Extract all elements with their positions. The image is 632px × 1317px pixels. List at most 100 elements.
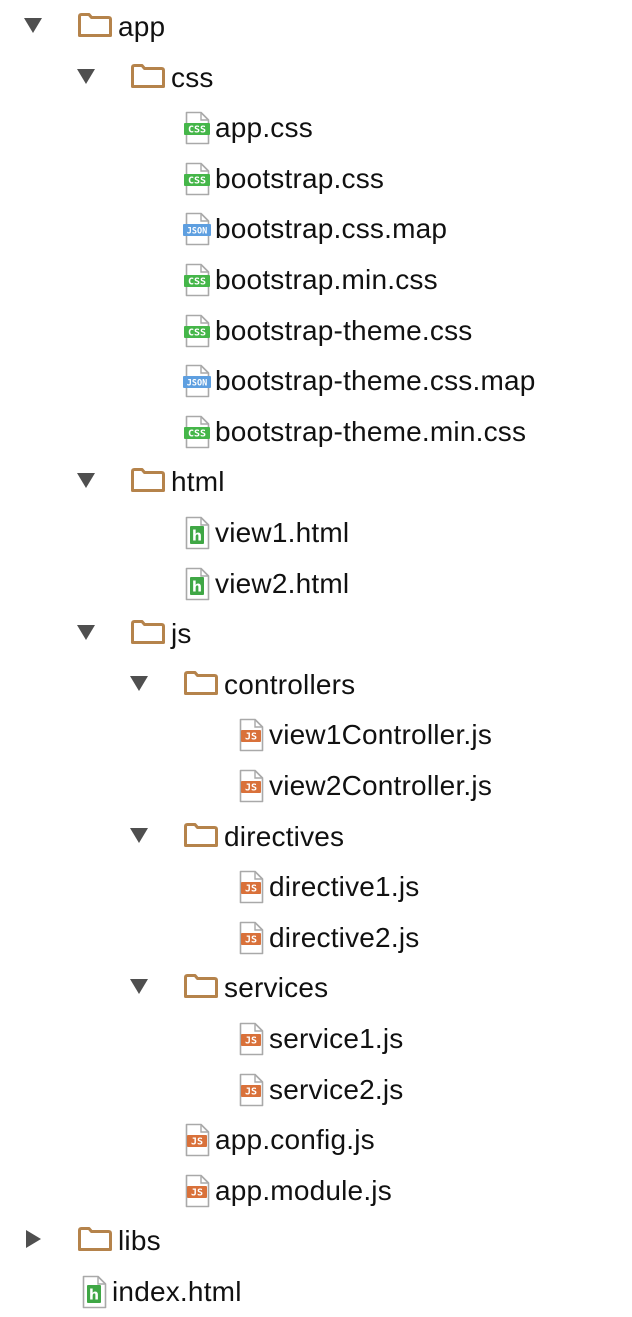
folder-icon [131, 63, 165, 88]
tree-item-label: bootstrap.css [215, 162, 385, 194]
html-file-icon: h [183, 516, 211, 550]
tree-file-app-config-js[interactable]: JS app.config.js [0, 1115, 632, 1165]
svg-text:CSS: CSS [188, 125, 206, 136]
tree-item-label: html [171, 466, 225, 498]
js-file-icon: JS [237, 921, 265, 955]
tree-file-bootstrap-theme-css-map[interactable]: JSON bootstrap-theme.css.map [0, 356, 632, 406]
tree-folder-controllers[interactable]: controllers [0, 660, 632, 710]
svg-text:JS: JS [191, 1187, 203, 1198]
disclosure-expanded-icon[interactable] [24, 18, 42, 33]
disclosure-collapsed-icon[interactable] [26, 1230, 41, 1249]
tree-folder-services[interactable]: services [0, 963, 632, 1013]
js-file-icon: JS [237, 718, 265, 752]
folder-icon [131, 468, 165, 493]
svg-text:JS: JS [191, 1137, 203, 1148]
json-file-icon: JSON [183, 212, 211, 246]
tree-item-label: service1.js [269, 1023, 404, 1054]
disclosure-expanded-icon[interactable] [130, 979, 148, 995]
js-file-icon: JS [237, 1073, 265, 1107]
tree-item-label: bootstrap.min.css [215, 264, 438, 295]
disclosure-expanded-icon[interactable] [130, 827, 148, 843]
tree-file-app-module-js[interactable]: JS app.module.js [0, 1166, 632, 1216]
json-file-icon: JSON [183, 364, 211, 398]
tree-item-label: js [171, 618, 192, 650]
tree-file-directive1-js[interactable]: JS directive1.js [0, 862, 632, 912]
tree-item-label: view2Controller.js [269, 770, 493, 801]
tree-file-service2-js[interactable]: JS service2.js [0, 1065, 632, 1115]
js-file-icon: JS [237, 1022, 265, 1056]
svg-text:JS: JS [245, 732, 257, 743]
disclosure-expanded-icon[interactable] [77, 68, 95, 84]
tree-file-bootstrap-css-map[interactable]: JSON bootstrap.css.map [0, 204, 632, 254]
svg-text:CSS: CSS [188, 428, 206, 439]
tree-folder-js[interactable]: js [0, 609, 632, 659]
tree-file-bootstrap-theme-css[interactable]: CSS bootstrap-theme.css [0, 306, 632, 356]
tree-file-view1controller-js[interactable]: JS view1Controller.js [0, 710, 632, 760]
tree-folder-css[interactable]: css [0, 53, 632, 103]
css-file-icon: CSS [183, 111, 211, 145]
svg-text:CSS: CSS [188, 175, 206, 186]
disclosure-expanded-icon[interactable] [130, 675, 148, 691]
svg-text:JS: JS [245, 884, 257, 895]
html-file-icon: h [183, 567, 211, 601]
tree-file-bootstrap-css[interactable]: CSS bootstrap.css [0, 154, 632, 204]
tree-folder-app[interactable]: app [0, 2, 632, 52]
tree-item-label: css [171, 61, 214, 93]
tree-item-label: directive1.js [269, 871, 420, 903]
svg-text:h: h [192, 529, 202, 545]
tree-file-view2-html[interactable]: h view2.html [0, 559, 632, 609]
tree-file-bootstrap-theme-min-css[interactable]: CSS bootstrap-theme.min.css [0, 407, 632, 457]
svg-text:CSS: CSS [188, 277, 206, 288]
js-file-icon: JS [183, 1123, 211, 1157]
tree-file-app-css[interactable]: CSS app.css [0, 103, 632, 153]
tree-item-label: service2.js [269, 1073, 404, 1105]
tree-file-bootstrap-min-css[interactable]: CSS bootstrap.min.css [0, 255, 632, 305]
tree-file-service1-js[interactable]: JS service1.js [0, 1014, 632, 1064]
disclosure-expanded-icon[interactable] [77, 625, 95, 641]
svg-text:CSS: CSS [188, 327, 206, 338]
tree-item-label: index.html [112, 1276, 242, 1307]
tree-file-view1-html[interactable]: h view1.html [0, 508, 632, 558]
folder-icon [131, 620, 165, 645]
svg-text:JS: JS [245, 783, 257, 794]
js-file-icon: JS [237, 769, 265, 803]
folder-icon [184, 822, 218, 847]
folder-icon [78, 1227, 112, 1252]
tree-folder-html[interactable]: html [0, 457, 632, 507]
tree-item-label: view2.html [215, 567, 350, 599]
tree-file-index-html[interactable]: h index.html [0, 1267, 632, 1317]
svg-text:h: h [89, 1288, 99, 1304]
tree-item-label: bootstrap-theme.css.map [215, 365, 536, 397]
tree-item-label: controllers [224, 668, 356, 700]
tree-file-directive2-js[interactable]: JS directive2.js [0, 913, 632, 963]
tree-item-label: app [118, 11, 166, 42]
tree-item-label: services [224, 972, 329, 1004]
tree-item-label: libs [118, 1225, 161, 1257]
svg-text:JS: JS [245, 934, 257, 945]
css-file-icon: CSS [183, 314, 211, 348]
html-file-icon: h [80, 1275, 108, 1309]
css-file-icon: CSS [183, 263, 211, 297]
tree-item-label: bootstrap-theme.css [215, 314, 473, 346]
tree-item-label: app.config.js [215, 1124, 375, 1156]
svg-text:JSON: JSON [187, 379, 207, 389]
tree-item-label: bootstrap.css.map [215, 213, 448, 245]
tree-folder-libs[interactable]: libs [0, 1216, 632, 1266]
js-file-icon: JS [183, 1174, 211, 1208]
folder-icon [184, 670, 218, 695]
css-file-icon: CSS [183, 162, 211, 196]
tree-item-label: directive2.js [269, 921, 420, 953]
tree-file-view2controller-js[interactable]: JS view2Controller.js [0, 761, 632, 811]
tree-item-label: app.css [215, 112, 313, 144]
disclosure-expanded-icon[interactable] [77, 473, 95, 489]
svg-text:JS: JS [245, 1036, 257, 1047]
folder-icon [78, 13, 112, 37]
tree-item-label: view1Controller.js [269, 719, 493, 751]
js-file-icon: JS [237, 870, 265, 904]
folder-icon [184, 974, 218, 999]
svg-text:JS: JS [245, 1086, 257, 1097]
svg-text:JSON: JSON [187, 227, 207, 237]
tree-item-label: bootstrap-theme.min.css [215, 415, 527, 447]
tree-folder-directives[interactable]: directives [0, 812, 632, 862]
tree-item-label: app.module.js [215, 1174, 392, 1206]
